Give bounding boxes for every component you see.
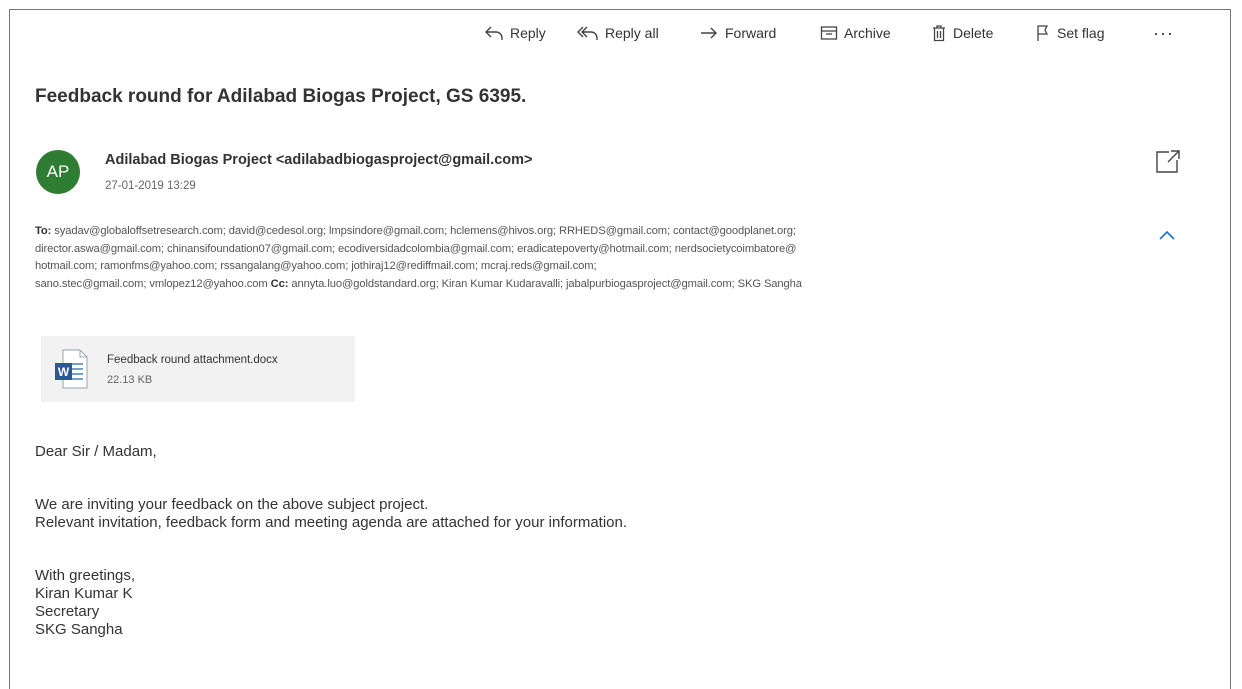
delete-label: Delete	[953, 25, 994, 41]
delete-button[interactable]: Delete	[931, 21, 993, 45]
attachment-size: 22.13 KB	[107, 374, 153, 386]
more-actions-button[interactable]: ···	[1153, 21, 1174, 45]
to-line-2: director.aswa@gmail.com; chinansifoundat…	[35, 241, 1140, 259]
reply-all-button[interactable]: Reply all	[577, 21, 659, 45]
chevron-up-icon[interactable]	[1156, 228, 1178, 242]
to-recipients-1[interactable]: syadav@globaloffsetresearch.com; david@c…	[54, 225, 796, 237]
attachment-name: Feedback round attachment.docx	[107, 354, 278, 366]
word-document-icon: W	[53, 348, 89, 390]
to-line-3: hotmail.com; ramonfms@yahoo.com; rssanga…	[35, 258, 1140, 276]
signature-org: SKG Sangha	[35, 621, 123, 638]
forward-button[interactable]: Forward	[699, 21, 776, 45]
to-recipients-2[interactable]: director.aswa@gmail.com; chinansifoundat…	[35, 243, 797, 255]
cc-label: Cc:	[270, 277, 289, 290]
open-in-new-window-icon[interactable]	[1153, 146, 1183, 176]
body-greeting: Dear Sir / Madam,	[35, 443, 157, 460]
to-label: To:	[35, 225, 52, 237]
set-flag-label: Set flag	[1057, 25, 1105, 41]
reply-all-label: Reply all	[605, 25, 659, 41]
archive-label: Archive	[844, 25, 891, 41]
to-recipients-3[interactable]: hotmail.com; ramonfms@yahoo.com; rssanga…	[35, 260, 597, 272]
forward-icon	[699, 25, 719, 41]
archive-icon	[820, 25, 838, 41]
reply-all-icon	[577, 25, 599, 41]
body-closing: With greetings,	[35, 567, 136, 584]
more-icon: ···	[1153, 22, 1174, 43]
to-recipients-4[interactable]: sano.stec@gmail.com; vmlopez12@yahoo.com	[35, 278, 268, 290]
body-line-2: Relevant invitation, feedback form and m…	[35, 514, 628, 531]
body-line-1: We are inviting your feedback on the abo…	[35, 496, 429, 513]
archive-button[interactable]: Archive	[820, 21, 891, 45]
cc-recipients[interactable]: annyta.luo@goldstandard.org; Kiran Kumar…	[291, 278, 802, 290]
reply-icon	[484, 25, 504, 41]
signature-name: Kiran Kumar K	[35, 585, 133, 602]
attachment-card[interactable]: W Feedback round attachment.docx 22.13 K…	[41, 336, 355, 402]
sender-avatar: AP	[36, 150, 80, 194]
message-toolbar: Reply Reply all Forward Archive Delete S…	[10, 21, 1230, 45]
forward-label: Forward	[725, 25, 777, 41]
reading-pane: Reply Reply all Forward Archive Delete S…	[9, 9, 1231, 689]
set-flag-button[interactable]: Set flag	[1035, 21, 1104, 45]
message-subject: Feedback round for Adilabad Biogas Proje…	[35, 86, 527, 107]
trash-icon	[931, 24, 947, 42]
signature-title: Secretary	[35, 603, 100, 620]
flag-icon	[1035, 24, 1051, 42]
sent-date: 27-01-2019 13:29	[105, 180, 196, 192]
to-line-4: sano.stec@gmail.com; vmlopez12@yahoo.com…	[35, 276, 1140, 294]
recipients-block: To: syadav@globaloffsetresearch.com; dav…	[35, 223, 1140, 293]
to-line-1: To: syadav@globaloffsetresearch.com; dav…	[35, 223, 1140, 241]
reply-label: Reply	[510, 25, 546, 41]
reply-button[interactable]: Reply	[484, 21, 546, 45]
sender-name[interactable]: Adilabad Biogas Project <adilabadbiogasp…	[105, 152, 533, 168]
svg-text:W: W	[58, 365, 70, 379]
